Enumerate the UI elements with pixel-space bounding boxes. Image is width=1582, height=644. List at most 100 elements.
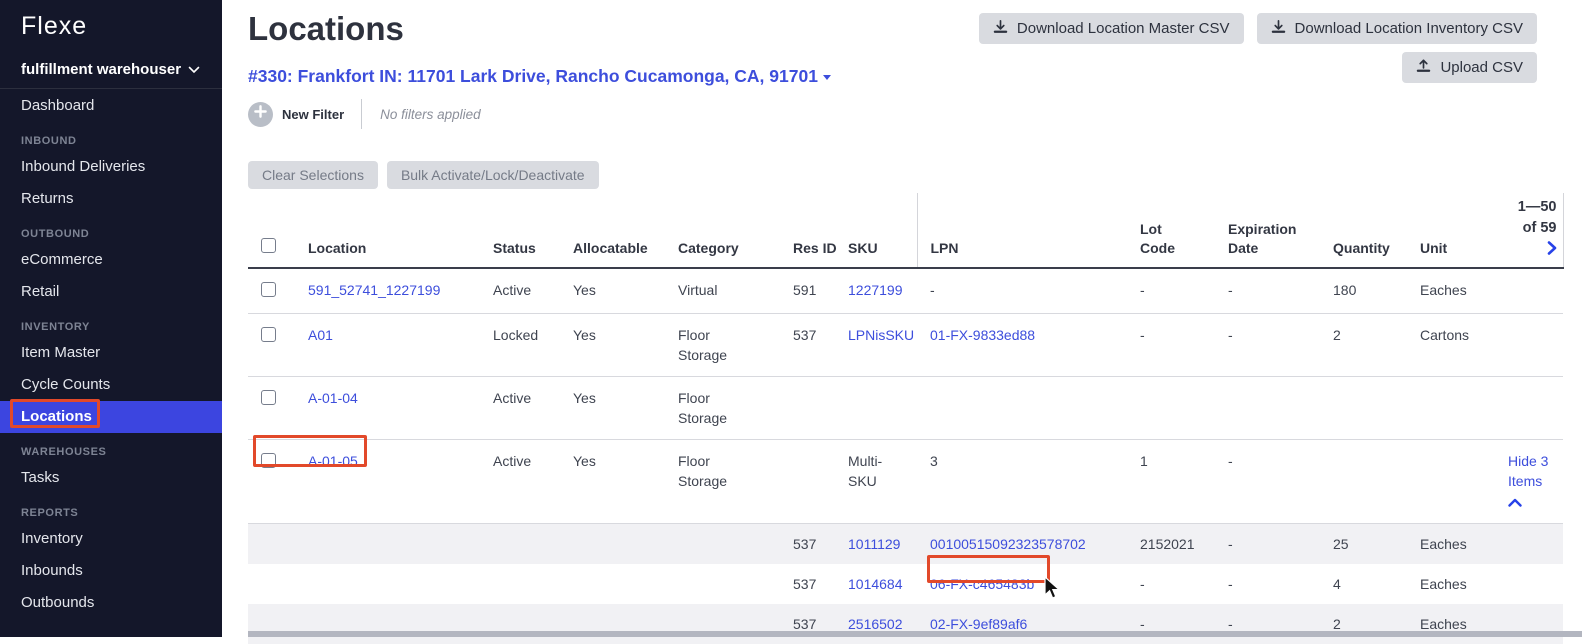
new-filter-label: New Filter	[282, 106, 345, 122]
table-header-row: Location Status Allocatable Category Res…	[248, 193, 1564, 269]
cell-lot-code: -	[1127, 604, 1215, 644]
pagination: 1—50 of 59	[1495, 193, 1564, 269]
table-row: A-01-04 Active Yes Floor Storage	[248, 376, 1563, 440]
sidebar-item-outbounds-report[interactable]: Outbounds	[0, 587, 222, 619]
sku-link[interactable]: LPNisSKU	[848, 327, 914, 343]
lpn-link[interactable]: 02-FX-9ef89af6	[930, 616, 1027, 632]
bulk-activate-lock-deactivate-button[interactable]: Bulk Activate/Lock/Deactivate	[386, 161, 599, 189]
sku-link[interactable]: 1014684	[848, 576, 903, 592]
table-row: A01 Locked Yes Floor Storage 537 LPNisSK…	[248, 313, 1563, 377]
next-page-icon[interactable]	[1508, 241, 1557, 262]
sidebar-item-item-master[interactable]: Item Master	[0, 337, 222, 369]
upload-csv-label: Upload CSV	[1440, 59, 1523, 76]
table-row: 591_52741_1227199 Active Yes Virtual 591…	[248, 268, 1563, 314]
download-icon	[1271, 19, 1286, 38]
cell-unit: Eaches	[1407, 523, 1495, 564]
column-header-unit: Unit	[1407, 193, 1495, 269]
sidebar-section-reports: REPORTS	[21, 507, 79, 519]
lpn-link[interactable]: 01-FX-9833ed88	[930, 327, 1035, 343]
row-checkbox[interactable]	[261, 453, 276, 468]
row-checkbox[interactable]	[261, 327, 276, 342]
column-header-res-id: Res ID	[780, 193, 837, 269]
select-all-checkbox[interactable]	[261, 238, 276, 253]
warehouse-selector[interactable]: #330: Frankfort IN: 11701 Lark Drive, Ra…	[248, 66, 831, 87]
cell-quantity: 4	[1333, 576, 1341, 592]
lpn-link[interactable]: 00100515092323578702	[930, 536, 1086, 552]
new-filter-button[interactable]	[248, 101, 273, 127]
cell-lot-code: -	[1140, 576, 1145, 592]
sidebar-item-retail[interactable]: Retail	[0, 276, 222, 308]
cell-expiration-date: -	[1215, 313, 1320, 377]
account-switcher[interactable]: fulfillment warehouser	[0, 60, 222, 80]
sidebar-item-returns[interactable]: Returns	[0, 183, 222, 215]
clear-selections-button[interactable]: Clear Selections	[248, 161, 378, 189]
page-title: Locations	[248, 10, 404, 47]
sidebar-item-locations[interactable]: Locations	[0, 401, 222, 433]
cell-res-id: 537	[780, 604, 835, 644]
cell-res-id: 591	[780, 268, 835, 314]
sidebar-section-warehouses: WAREHOUSES	[21, 446, 107, 458]
sidebar-item-tasks[interactable]: Tasks	[0, 462, 222, 494]
hide-items-link[interactable]: Hide 3 Items	[1508, 451, 1563, 491]
account-label: fulfillment warehouser	[21, 61, 182, 78]
location-link[interactable]: A-01-05	[308, 453, 358, 469]
download-location-master-csv-button[interactable]: Download Location Master CSV	[978, 13, 1244, 44]
locations-table: Location Status Allocatable Category Res…	[248, 193, 1564, 644]
sidebar-item-cycle-counts[interactable]: Cycle Counts	[0, 369, 222, 401]
filters-applied-status: No filters applied	[380, 106, 481, 122]
cell-lot-code: 2152021	[1127, 523, 1215, 564]
cell-quantity: 25	[1320, 523, 1407, 564]
pagination-total: of 59	[1522, 220, 1557, 236]
sidebar-item-inbound-deliveries[interactable]: Inbound Deliveries	[0, 151, 222, 183]
chevron-up-icon[interactable]	[1508, 492, 1563, 512]
column-header-location: Location	[295, 193, 480, 269]
upload-csv-button[interactable]: Upload CSV	[1402, 52, 1537, 83]
lpn-link-highlighted[interactable]: 06-FX-c465483b	[930, 576, 1034, 592]
location-link[interactable]: 591_52741_1227199	[308, 282, 440, 298]
cell-lpn: -	[917, 268, 1127, 314]
download-location-inventory-csv-button[interactable]: Download Location Inventory CSV	[1256, 13, 1537, 44]
pagination-range: 1—50	[1517, 199, 1557, 215]
cell-res-id: 537	[780, 313, 835, 377]
cell-unit: Eaches	[1420, 576, 1467, 592]
cell-category: Floor Storage	[665, 313, 780, 377]
cell-allocatable: Yes	[560, 439, 665, 524]
cell-quantity	[1320, 439, 1407, 524]
location-link[interactable]: A-01-04	[308, 390, 358, 406]
download-master-label: Download Location Master CSV	[1016, 20, 1230, 37]
row-checkbox[interactable]	[261, 390, 276, 405]
sidebar-item-inbounds-report[interactable]: Inbounds	[0, 555, 222, 587]
cell-res-id: 537	[793, 576, 817, 592]
main-content: Locations #330: Frankfort IN: 11701 Lark…	[222, 0, 1582, 644]
sku-link[interactable]: 2516502	[848, 616, 903, 632]
cell-lpn-count: 3	[917, 439, 1127, 524]
cell-lot-code: -	[1127, 268, 1215, 314]
bulk-actions: Clear Selections Bulk Activate/Lock/Deac…	[248, 161, 599, 189]
cell-quantity: 2	[1320, 313, 1407, 377]
sidebar-item-inventory-report[interactable]: Inventory	[0, 523, 222, 555]
cell-res-id: 537	[780, 523, 835, 564]
cell-allocatable: Yes	[560, 268, 665, 314]
table-row-highlighted: A-01-05 Active Yes Floor Storage Multi-S…	[248, 439, 1563, 524]
cell-unit: Eaches	[1407, 604, 1495, 644]
cell-status: Locked	[480, 313, 560, 377]
lpn-subrow: 537 2516502 02-FX-9ef89af6 - - 2 Eaches	[248, 604, 1563, 644]
location-link[interactable]: A01	[308, 327, 333, 343]
cell-sku: Multi-SKU	[835, 439, 917, 524]
cell-expiration-date: -	[1215, 523, 1320, 564]
row-checkbox[interactable]	[261, 282, 276, 297]
sidebar-item-dashboard[interactable]: Dashboard	[0, 90, 222, 122]
sidebar-section-outbound: OUTBOUND	[21, 228, 90, 240]
cell-status: Active	[480, 376, 560, 440]
sku-link[interactable]: 1011129	[848, 536, 900, 552]
sidebar-section-inbound: INBOUND	[21, 135, 77, 147]
download-inventory-label: Download Location Inventory CSV	[1294, 20, 1523, 37]
column-header-lpn: LPN	[916, 193, 1127, 269]
cell-unit: Eaches	[1407, 268, 1495, 314]
sidebar-item-ecommerce[interactable]: eCommerce	[0, 244, 222, 276]
column-header-sku: SKU	[835, 193, 917, 269]
sidebar-header: Flexe fulfillment warehouser	[0, 0, 222, 89]
sku-link[interactable]: 1227199	[848, 282, 903, 298]
cell-res-id	[780, 439, 835, 524]
horizontal-scrollbar[interactable]	[248, 631, 1582, 637]
